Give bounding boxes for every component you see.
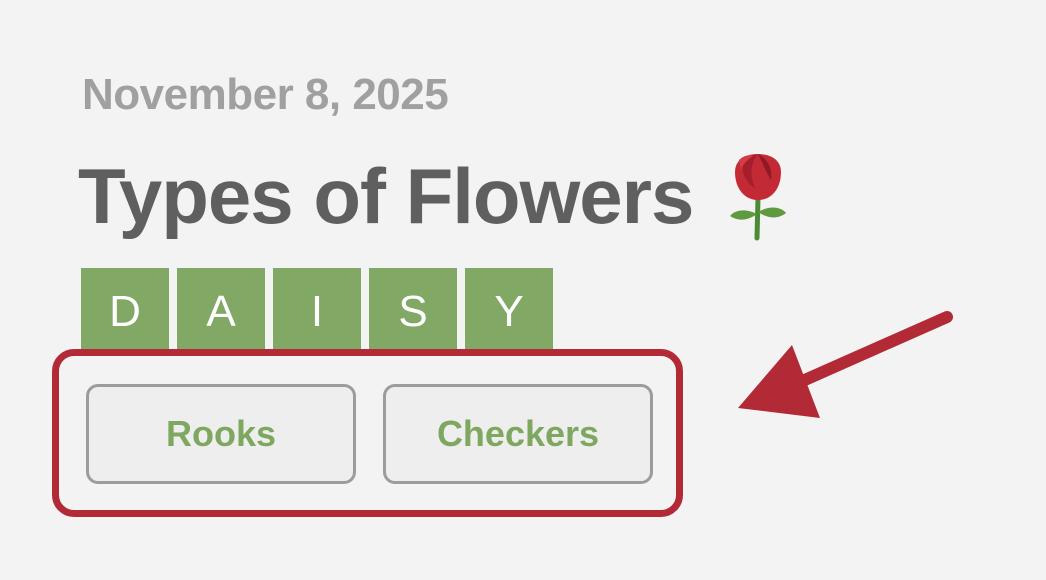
checkers-button[interactable]: Checkers (383, 384, 653, 484)
answer-tile: D (81, 268, 169, 356)
answer-tile: A (177, 268, 265, 356)
page-heading: Types of Flowers (78, 150, 789, 242)
page-date: November 8, 2025 (82, 70, 449, 119)
rose-icon (730, 154, 787, 241)
rooks-button[interactable]: Rooks (86, 384, 356, 484)
answer-tile: Y (465, 268, 553, 356)
answer-tile: I (273, 268, 361, 356)
arrow-icon (738, 311, 953, 418)
answer-tiles: D A I S Y (81, 268, 553, 356)
answer-tile: S (369, 268, 457, 356)
page-title: Types of Flowers (78, 151, 694, 240)
